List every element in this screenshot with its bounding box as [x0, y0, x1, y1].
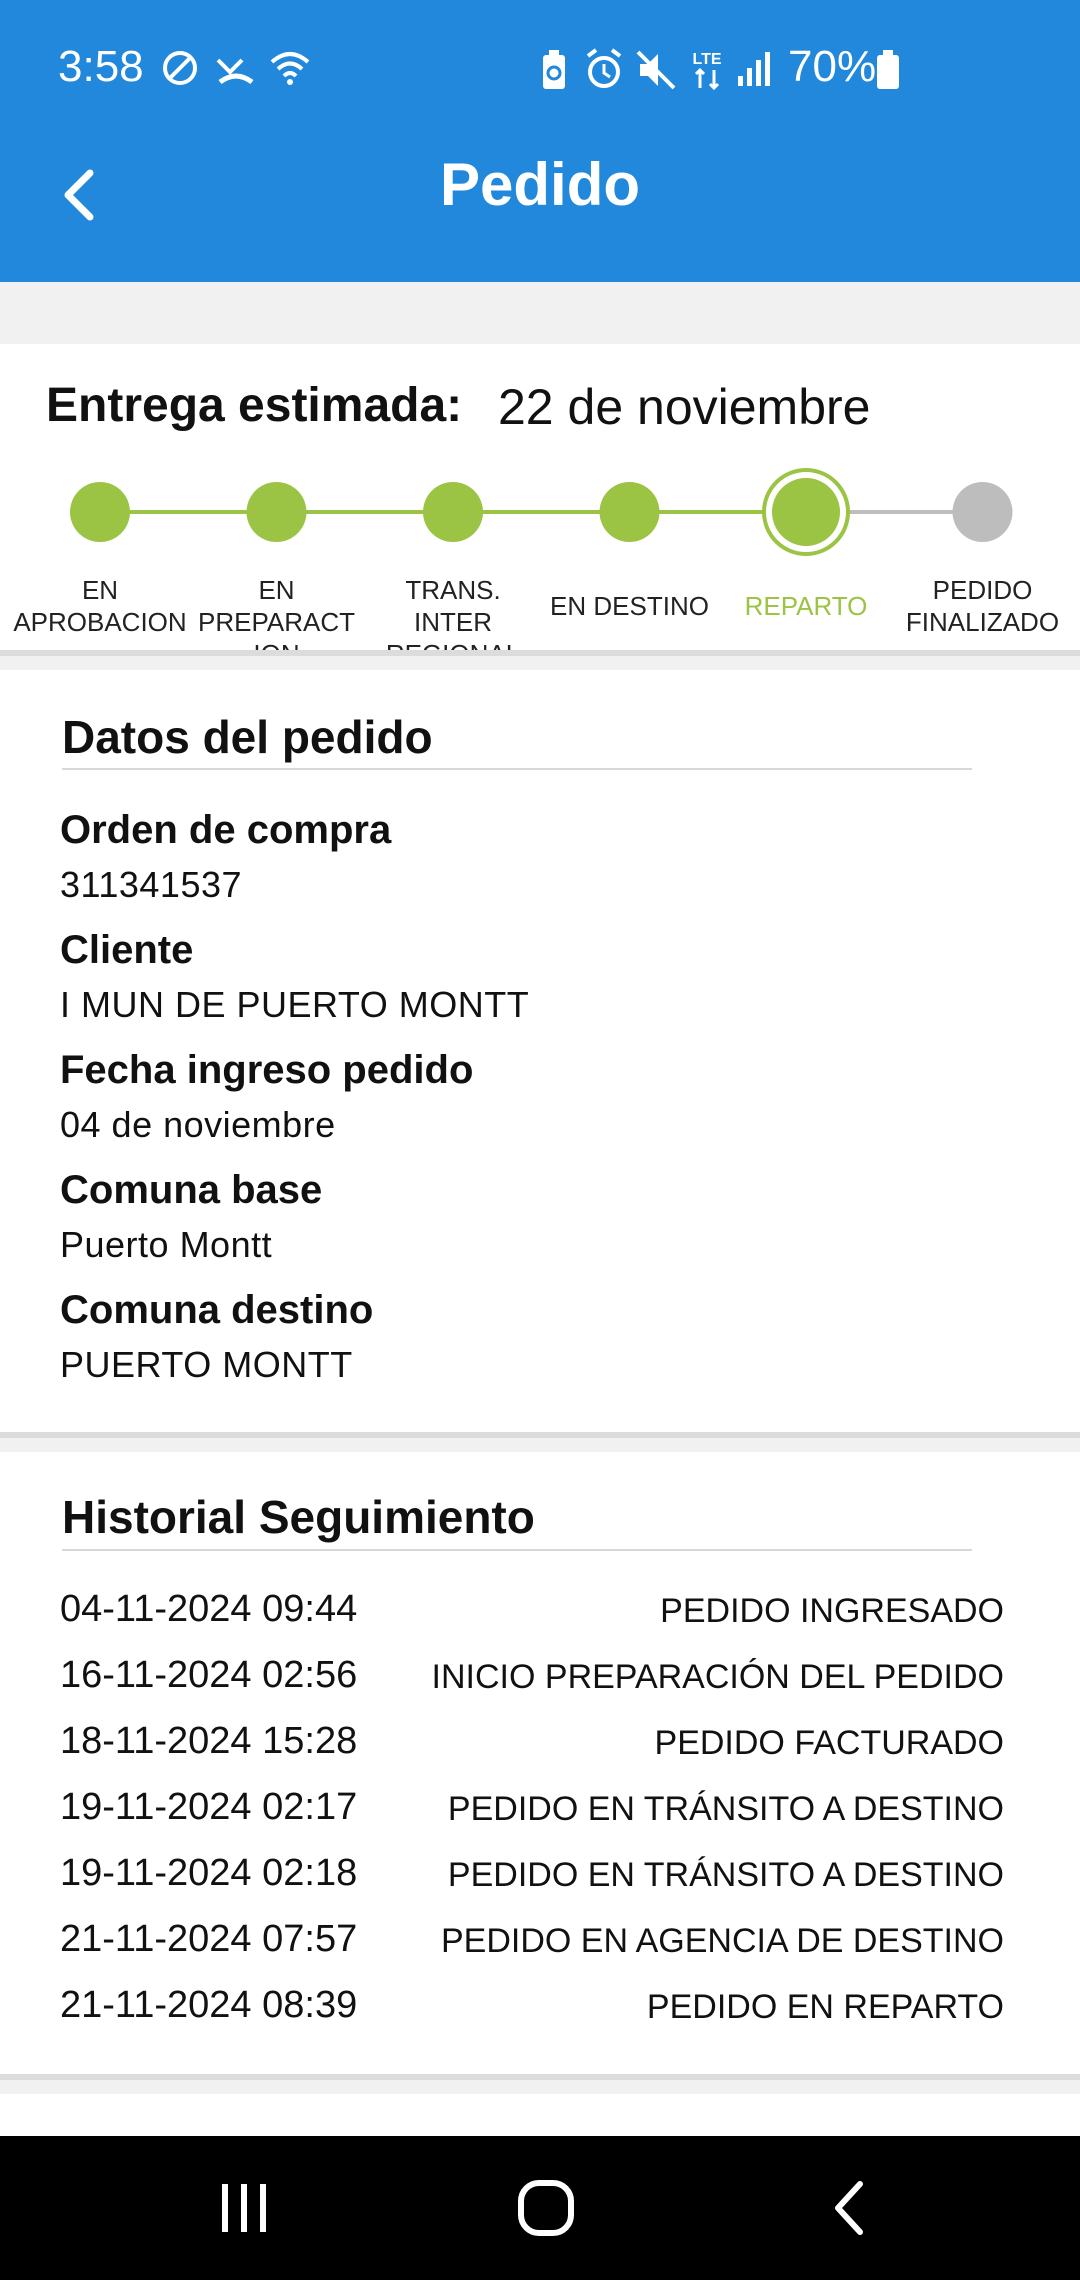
section-divider — [0, 1432, 1080, 1452]
order-data-title: Datos del pedido — [62, 711, 433, 763]
nav-back-button[interactable] — [788, 2166, 908, 2250]
history-rule — [62, 1549, 972, 1551]
field-value: I MUN DE PUERTO MONTT — [60, 984, 530, 1025]
step-dot-done — [70, 482, 130, 542]
field-label: Fecha ingreso pedido — [60, 1048, 474, 1092]
missed-call-icon — [216, 58, 254, 85]
field-label: Comuna destino — [60, 1288, 374, 1332]
step-label: EN DESTINO — [550, 591, 709, 621]
step-label: REPARTO — [744, 591, 868, 621]
history-date: 04-11-2024 09:44 — [60, 1588, 358, 1630]
recent-apps-icon — [222, 2184, 266, 2232]
signal-icon — [738, 52, 770, 86]
next-card-edge — [0, 2094, 1080, 2136]
history-row: 21-11-2024 08:39 PEDIDO EN REPARTO — [60, 1984, 1004, 2042]
history-event: PEDIDO EN TRÁNSITO A DESTINO — [447, 1790, 1004, 1828]
field-label: Cliente — [60, 928, 194, 972]
svg-text:LTE: LTE — [692, 51, 721, 68]
home-button[interactable] — [486, 2166, 606, 2250]
history-date: 18-11-2024 15:28 — [60, 1720, 358, 1762]
history-row: 04-11-2024 09:44 PEDIDO INGRESADO — [60, 1588, 1004, 1646]
order-data-rule — [62, 768, 972, 770]
home-icon — [518, 2180, 574, 2236]
step-dot-current — [772, 478, 840, 546]
field-label: Comuna base — [60, 1168, 323, 1212]
wifi-icon — [270, 52, 310, 85]
lte-icon: LTE — [692, 51, 722, 91]
history-date: 16-11-2024 02:56 — [60, 1654, 358, 1696]
history-event: PEDIDO INGRESADO — [660, 1592, 1004, 1630]
history-date: 21-11-2024 08:39 — [60, 1984, 358, 2026]
dnd-icon — [163, 51, 197, 85]
alarm-icon — [586, 48, 622, 88]
order-progress-stepper: EN APROBACIONEN PREPARACT IONTRANS. INTE… — [0, 466, 1080, 669]
history-date: 19-11-2024 02:18 — [60, 1852, 358, 1894]
battery-percent: 70% — [788, 42, 877, 91]
section-divider — [0, 650, 1080, 670]
history-event: PEDIDO EN TRÁNSITO A DESTINO — [447, 1856, 1004, 1894]
page-title: Pedido — [439, 151, 640, 218]
field-label: Orden de compra — [60, 808, 392, 852]
history-event: PEDIDO EN AGENCIA DE DESTINO — [440, 1922, 1004, 1960]
status-bar: 3:58 LTE 70% — [0, 0, 1080, 140]
estimate-value: 22 de noviembre — [498, 379, 871, 435]
mute-icon — [636, 50, 676, 90]
recent-apps-button[interactable] — [184, 2166, 304, 2250]
estimate-label: Entrega estimada: — [46, 379, 463, 432]
step-label: PEDIDO FINALIZADO — [905, 575, 1060, 637]
history-event: INICIO PREPARACIÓN DEL PEDIDO — [431, 1658, 1004, 1696]
history-date: 21-11-2024 07:57 — [60, 1918, 358, 1960]
field-value: 04 de noviembre — [60, 1104, 336, 1145]
history-row: 21-11-2024 07:57 PEDIDO EN AGENCIA DE DES… — [60, 1918, 1004, 1976]
history-row: 19-11-2024 02:18 PEDIDO EN TRÁNSITO A DES… — [60, 1852, 1004, 1910]
field-value: PUERTO MONTT — [60, 1344, 353, 1385]
step-dot-pending — [952, 482, 1013, 542]
section-divider — [0, 2074, 1080, 2094]
field-value: Puerto Montt — [60, 1224, 273, 1265]
step-dot-done — [246, 482, 307, 542]
step-label: EN APROBACION — [13, 575, 187, 637]
back-icon — [835, 2181, 863, 2235]
field-value: 311341537 — [60, 864, 243, 905]
history-row: 18-11-2024 15:28 PEDIDO FACTURADO — [60, 1720, 1004, 1778]
app-bar: 3:58 LTE 70% Pedido — [0, 0, 1080, 282]
history-event: PEDIDO EN REPARTO — [646, 1988, 1004, 2026]
system-nav-bar — [0, 2136, 1080, 2280]
history-row: 16-11-2024 02:56 INICIO PREPARACIÓN DEL P… — [60, 1654, 1004, 1712]
history-event: PEDIDO FACTURADO — [654, 1724, 1004, 1762]
status-time: 3:58 — [58, 42, 144, 91]
battery-saver-icon — [543, 50, 565, 89]
step-dot-done — [599, 482, 660, 542]
step-dot-done — [423, 482, 483, 542]
stepper-graphic — [70, 468, 1013, 556]
battery-icon — [877, 50, 899, 89]
header-spacer — [0, 282, 1080, 344]
history-row: 19-11-2024 02:17 PEDIDO EN TRÁNSITO A DES… — [60, 1786, 1004, 1844]
history-title: Historial Seguimiento — [62, 1491, 535, 1543]
history-date: 19-11-2024 02:17 — [60, 1786, 358, 1828]
